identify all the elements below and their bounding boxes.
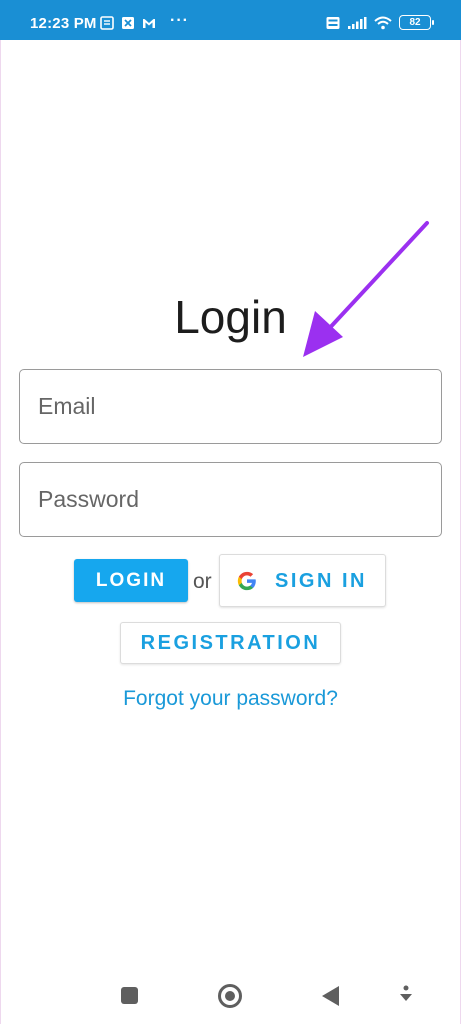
battery-level: 82 bbox=[409, 17, 421, 28]
password-input[interactable] bbox=[20, 463, 441, 536]
arrow-icon bbox=[303, 221, 429, 357]
email-field[interactable] bbox=[19, 369, 442, 444]
home-icon[interactable] bbox=[218, 984, 242, 1008]
google-sign-in-label: SIGN IN bbox=[275, 570, 367, 592]
download-icon[interactable] bbox=[397, 984, 415, 1006]
google-sign-in-button[interactable]: SIGN IN bbox=[219, 554, 386, 607]
status-notification-icons bbox=[100, 16, 156, 30]
login-button[interactable]: LOGIN bbox=[74, 559, 188, 602]
notes-icon bbox=[100, 16, 114, 30]
signal-icon bbox=[348, 16, 367, 29]
gmail-icon bbox=[143, 19, 155, 28]
battery-icon: 82 bbox=[399, 15, 434, 30]
back-icon[interactable] bbox=[322, 986, 339, 1006]
status-time: 12:23 PM bbox=[30, 15, 97, 32]
status-overflow: ··· bbox=[170, 12, 189, 29]
wifi-icon bbox=[374, 16, 392, 29]
password-field[interactable] bbox=[19, 462, 442, 537]
or-separator: or bbox=[193, 570, 212, 593]
volte-icon bbox=[326, 16, 340, 29]
registration-button[interactable]: REGISTRATION bbox=[120, 622, 341, 664]
google-icon bbox=[237, 571, 256, 591]
status-system-icons: 82 bbox=[326, 15, 434, 30]
recents-icon[interactable] bbox=[121, 987, 138, 1004]
forgot-password-link[interactable]: Forgot your password? bbox=[0, 687, 461, 711]
email-input[interactable] bbox=[20, 370, 441, 443]
app-icon bbox=[122, 17, 134, 29]
status-bar: 12:23 PM ··· 82 bbox=[0, 0, 461, 40]
